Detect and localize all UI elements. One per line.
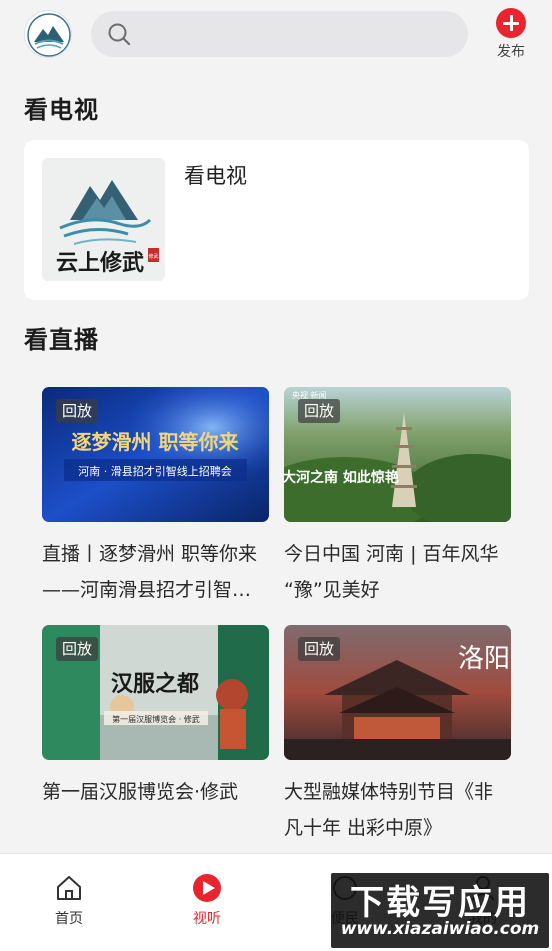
watermark-title: 下载写应用: [350, 883, 530, 923]
svg-text:河南 · 滑县招才引智线上招聘会: 河南 · 滑县招才引智线上招聘会: [78, 464, 232, 478]
svg-text:云上修武: 云上修武: [56, 250, 144, 276]
live-item-title: 第一届汉服博览会·修武: [42, 781, 239, 803]
publish-label: 发布: [497, 44, 525, 60]
app-logo[interactable]: [24, 10, 72, 58]
watermark: 下载写应用 www.xiazaiwiao.com: [331, 873, 549, 948]
watermark-url: www.xiazaiwiao.com: [340, 919, 540, 939]
play-icon: [193, 874, 221, 902]
search-icon: [108, 23, 131, 46]
svg-text:逐梦滑州 职等你来: 逐梦滑州 职等你来: [72, 430, 240, 454]
replay-badge: 回放: [298, 637, 341, 661]
live-item-card[interactable]: 央视 新闻 看我 大河之南 如此惊艳 回放 今日中国 河南 | 百年风华 “豫”…: [284, 387, 511, 608]
section-title-live: 看直播: [24, 326, 99, 354]
replay-badge: 回放: [298, 399, 341, 423]
section-title-tv: 看电视: [24, 96, 99, 124]
tv-channel-card[interactable]: 修武 云上修武 看电视: [24, 140, 529, 300]
svg-text:汉服之都: 汉服之都: [111, 671, 199, 697]
tab-label: 首页: [55, 911, 83, 927]
search-bar[interactable]: [91, 11, 468, 57]
tab-label: 视听: [193, 911, 221, 927]
live-item-card[interactable]: 逐梦滑州 职等你来 河南 · 滑县招才引智线上招聘会 回放 直播丨逐梦滑州 职等…: [42, 387, 269, 608]
live-thumbnail: 央视 新闻 看我 大河之南 如此惊艳 回放: [284, 387, 511, 522]
tab-media[interactable]: 视听: [172, 872, 242, 928]
replay-badge: 回放: [56, 399, 99, 423]
live-item-title: 直播丨逐梦滑州 职等你来——河南滑县招才引智线上招聘会: [42, 543, 258, 601]
live-thumbnail: 洛阳 回放: [284, 625, 511, 760]
svg-text:看我 大河之南 如此惊艳: 看我 大河之南 如此惊艳: [284, 469, 399, 486]
live-item-title: 大型融媒体特别节目《非凡十年 出彩中原》: [284, 781, 494, 839]
live-thumbnail: 逐梦滑州 职等你来 河南 · 滑县招才引智线上招聘会 回放: [42, 387, 269, 522]
svg-text:第一届汉服博览会 · 修武: 第一届汉服博览会 · 修武: [112, 714, 200, 724]
live-item-title: 今日中国 河南 | 百年风华 “豫”见美好: [284, 543, 499, 601]
search-input[interactable]: [143, 19, 443, 49]
publish-button[interactable]: 发布: [490, 8, 532, 64]
live-item-card[interactable]: 汉服之都 第一届汉服博览会 · 修武 回放 第一届汉服博览会·修武: [42, 625, 269, 846]
tv-channel-name: 看电视: [184, 164, 247, 188]
svg-text:修武: 修武: [148, 253, 158, 260]
live-item-card[interactable]: 洛阳 回放 大型融媒体特别节目《非凡十年 出彩中原》: [284, 625, 511, 846]
plus-icon: [496, 8, 526, 38]
replay-badge: 回放: [56, 637, 99, 661]
live-thumbnail: 汉服之都 第一届汉服博览会 · 修武 回放: [42, 625, 269, 760]
top-bar: 发布: [0, 0, 552, 72]
tab-home[interactable]: 首页: [34, 872, 104, 928]
tv-channel-logo: 修武 云上修武: [42, 158, 165, 281]
svg-text:洛阳: 洛阳: [458, 644, 510, 674]
home-icon: [57, 876, 81, 900]
